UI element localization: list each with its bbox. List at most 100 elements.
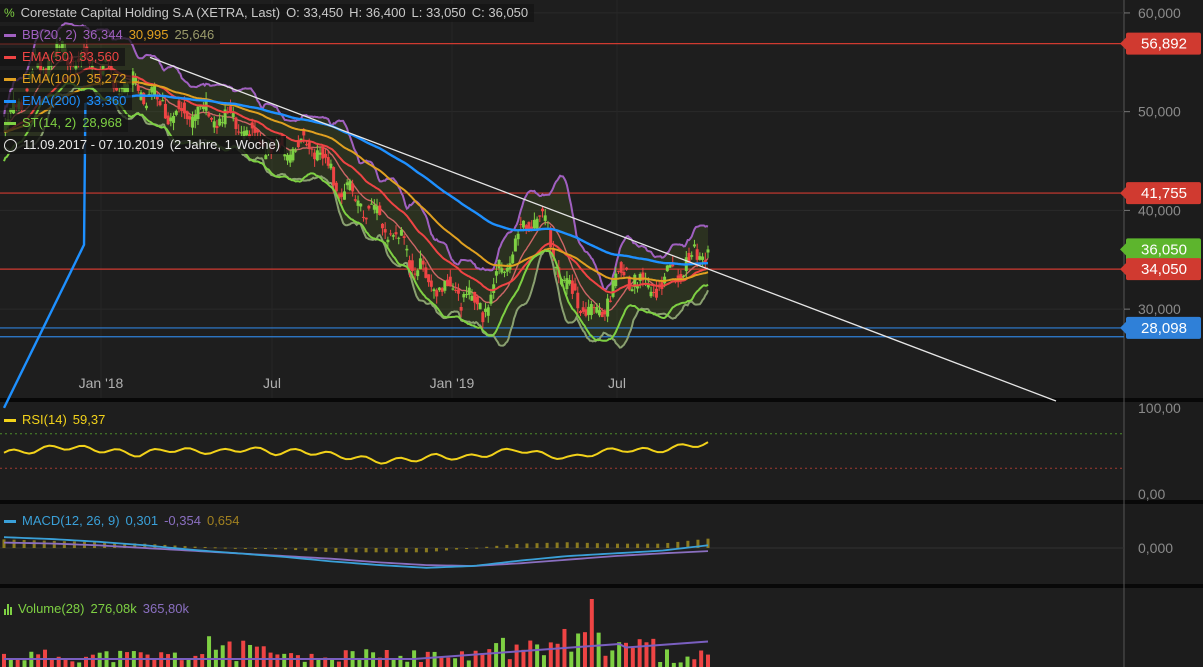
clock-icon (4, 139, 17, 152)
candle-body (395, 232, 398, 234)
indicator-icon: % (4, 4, 15, 22)
volume-bar (111, 662, 115, 667)
y-tick-label: 60,000 (1138, 5, 1181, 21)
legend-macd-name: MACD(12, 26, 9) (22, 512, 120, 530)
legend-volume[interactable]: Volume(28) 276,08k 365,80k (0, 600, 195, 618)
candle-body (321, 146, 324, 158)
volume-bar (180, 660, 184, 667)
legend-ema200-name: EMA(200) (22, 92, 81, 110)
price-badge-label: 56,892 (1141, 36, 1187, 53)
volume-bar (590, 599, 594, 667)
candle-body (397, 238, 400, 239)
volume-bar (9, 659, 13, 667)
volume-bar (508, 659, 512, 667)
y-tick-label: 40,000 (1138, 202, 1181, 218)
candle-body (313, 153, 316, 160)
volume-bar (494, 643, 498, 667)
candle-body (202, 106, 205, 109)
candle-body (354, 199, 357, 200)
volume-bar (64, 659, 68, 667)
macd-histogram-bar (224, 548, 227, 549)
macd-histogram-bar (264, 548, 267, 549)
macd-histogram-bar (636, 544, 639, 548)
candle-body (229, 106, 232, 111)
legend-ema200[interactable]: EMA(200) 33,360 (0, 92, 132, 110)
candle-body (563, 280, 566, 281)
volume-bar (439, 657, 443, 667)
candle-body (468, 288, 471, 295)
candle-body (536, 219, 539, 229)
legend-rsi[interactable]: RSI(14) 59,37 (0, 411, 111, 429)
candle-body (438, 288, 441, 291)
rsi-tick-label: 100,00 (1138, 400, 1181, 416)
volume-bar (330, 659, 334, 667)
candle-body (655, 289, 658, 298)
legend-ema100-value: 35,272 (87, 70, 127, 88)
panel-separator-1 (0, 500, 1203, 504)
macd-histogram-bar (606, 543, 609, 548)
candle-body (584, 309, 587, 315)
macd-histogram-bar (425, 548, 428, 552)
candle-body (538, 215, 541, 216)
candle-body (332, 167, 335, 185)
macd-histogram-bar (515, 544, 518, 548)
legend-bb[interactable]: BB(20, 2) 36,344 30,995 25,646 (0, 26, 220, 44)
candle-body (631, 289, 634, 291)
legend-ema50[interactable]: EMA(50) 33,560 (0, 48, 125, 66)
volume-bar (207, 636, 211, 667)
candle-body (389, 233, 392, 234)
candle-body (376, 206, 379, 213)
volume-bar (303, 662, 307, 667)
candle-body (381, 224, 384, 228)
candle-body (175, 111, 178, 115)
candle-body (316, 150, 319, 160)
macd-histogram-bar (334, 548, 337, 552)
volume-bar (241, 641, 245, 667)
candle-body (612, 280, 615, 297)
legend-ema50-value: 33,560 (79, 48, 119, 66)
candle-body (373, 205, 376, 210)
candle-body (609, 301, 612, 302)
legend-st[interactable]: ST(14, 2) 28,968 (0, 114, 128, 132)
volume-bar (617, 642, 621, 667)
chart-canvas: 60,00050,00040,00030,000Jan '18JulJan '1… (0, 0, 1203, 667)
macd-histogram-bar (596, 543, 599, 548)
macd-histogram-bar (465, 548, 468, 549)
candle-body (305, 144, 308, 145)
candle-body (593, 307, 596, 308)
candle-body (696, 249, 699, 260)
macd-histogram-bar (445, 548, 448, 550)
candle-body (150, 87, 153, 92)
legend-macd[interactable]: MACD(12, 26, 9) 0,301 -0,354 0,654 (0, 512, 246, 530)
legend-bb-upper: 36,344 (83, 26, 123, 44)
candle-body (419, 258, 422, 269)
legend-bb-mid: 30,995 (129, 26, 169, 44)
macd-histogram-bar (244, 548, 247, 549)
macd-histogram-bar (184, 546, 187, 548)
macd-histogram-bar (626, 544, 629, 548)
candle-body (158, 101, 161, 105)
candle-body (240, 132, 243, 133)
volume-bar (262, 646, 266, 667)
legend-ema100[interactable]: EMA(100) 35,272 (0, 70, 132, 88)
candle-body (519, 224, 522, 225)
volume-bar (187, 660, 191, 667)
volume-bar (234, 661, 238, 667)
macd-histogram-bar (324, 548, 327, 552)
candle-body (335, 183, 338, 192)
volume-bar (296, 655, 300, 667)
candle-body (367, 206, 370, 209)
candle-body (169, 118, 172, 122)
candle-body (606, 299, 609, 317)
macd-histogram-bar (375, 548, 378, 552)
ohlc-low: L: 33,050 (412, 4, 466, 22)
candle-body (460, 307, 463, 311)
legend-st-name: ST(14, 2) (22, 114, 76, 132)
candle-body (264, 155, 267, 159)
candle-body (414, 274, 417, 275)
candle-body (498, 260, 501, 268)
legend-ema100-name: EMA(100) (22, 70, 81, 88)
volume-bar (583, 632, 587, 667)
macd-histogram-bar (43, 541, 46, 548)
macd-histogram-bar (405, 548, 408, 552)
